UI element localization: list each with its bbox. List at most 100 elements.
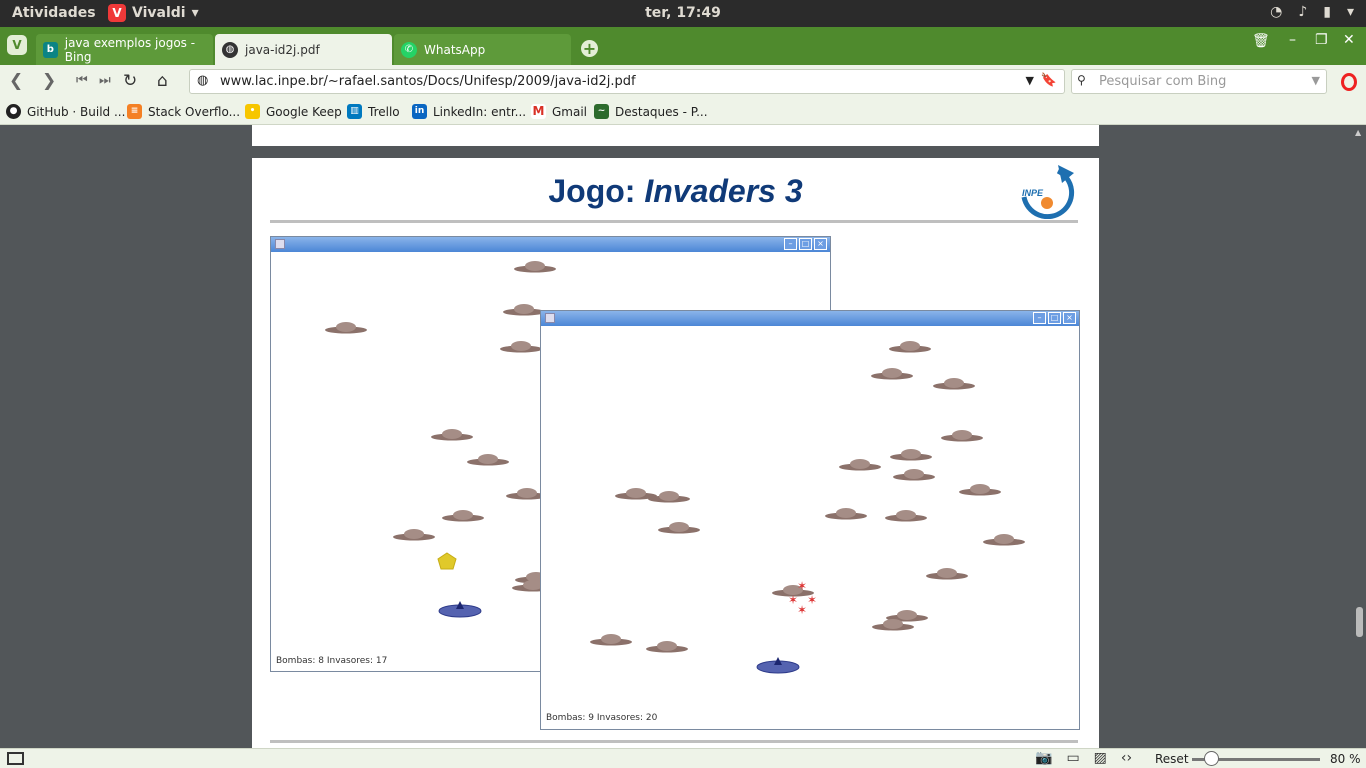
gmail-icon: M bbox=[531, 104, 546, 119]
invader bbox=[839, 459, 881, 471]
whatsapp-icon: ✆ bbox=[401, 41, 417, 58]
fast-forward-button[interactable]: ⏭ bbox=[99, 73, 111, 88]
close-icon: × bbox=[1063, 312, 1076, 324]
pdf-viewer[interactable]: Jogo: Invaders 3 INPE – □ × Bombas: 8 In… bbox=[0, 125, 1366, 748]
maximize-icon: □ bbox=[1048, 312, 1061, 324]
invader bbox=[889, 341, 931, 353]
invader bbox=[933, 378, 975, 390]
bookmark-label: GitHub · Build ... bbox=[27, 104, 126, 119]
game-status: Bombas: 9 Invasores: 20 bbox=[546, 713, 658, 723]
scroll-up-icon[interactable]: ▲ bbox=[1355, 128, 1361, 137]
slide-title-prefix: Jogo: bbox=[548, 173, 645, 209]
home-button[interactable]: ⌂ bbox=[157, 71, 168, 91]
tab-label: java-id2j.pdf bbox=[245, 42, 320, 57]
bookmark-destaques[interactable]: ~ Destaques - P... bbox=[594, 104, 708, 119]
invader bbox=[393, 529, 435, 541]
invader bbox=[983, 534, 1025, 546]
opera-icon[interactable] bbox=[1341, 73, 1357, 91]
clock[interactable]: ter, 17:49 bbox=[0, 5, 1366, 21]
tab-whatsapp[interactable]: ✆ WhatsApp bbox=[394, 34, 571, 65]
bookmark-label: Destaques - P... bbox=[615, 104, 708, 119]
invader bbox=[442, 510, 484, 522]
java-icon bbox=[275, 239, 285, 249]
bookmark-stackoverflow[interactable]: ≡ Stack Overflo... bbox=[127, 104, 240, 119]
invader bbox=[893, 469, 935, 481]
tab-label: WhatsApp bbox=[424, 42, 486, 57]
code-icon[interactable]: ‹› bbox=[1121, 750, 1132, 766]
address-toolbar: ❮ ❯ ⏮ ⏭ ↻ ⌂ ◍ www.lac.inpe.br/~rafael.sa… bbox=[0, 65, 1366, 98]
player-ship bbox=[438, 601, 482, 618]
zoom-reset-button[interactable]: Reset bbox=[1155, 752, 1189, 766]
battery-icon: ▮ bbox=[1323, 4, 1331, 20]
bookmark-gmail[interactable]: M Gmail bbox=[531, 104, 587, 119]
window-icon[interactable]: ▭ bbox=[1066, 750, 1079, 766]
back-button[interactable]: ❮ bbox=[9, 71, 23, 91]
bookmarks-bar: ● GitHub · Build ... ≡ Stack Overflo... … bbox=[0, 98, 1366, 125]
inpe-logo-text: INPE bbox=[1022, 188, 1044, 198]
game-window-titlebar: – □ × bbox=[271, 237, 830, 252]
vivaldi-menu-button[interactable]: V bbox=[7, 35, 27, 55]
minimize-button[interactable]: – bbox=[1289, 32, 1296, 48]
search-icon: ⚲ bbox=[1077, 73, 1086, 87]
invader bbox=[890, 449, 932, 461]
invader bbox=[590, 634, 632, 646]
bookmark-label: LinkedIn: entr... bbox=[433, 104, 527, 119]
chevron-down-icon[interactable]: ▼ bbox=[1312, 74, 1320, 87]
tab-bing[interactable]: b java exemplos jogos - Bing bbox=[36, 34, 213, 65]
game-canvas-2: ✶ ✶ ✶ ✶ bbox=[590, 341, 1025, 674]
invader bbox=[885, 510, 927, 522]
bookmark-label: Google Keep bbox=[266, 104, 342, 119]
status-tools: 📷 ▭ ▨ ‹› bbox=[1035, 750, 1132, 766]
globe-icon: ◍ bbox=[222, 41, 238, 58]
invaders bbox=[325, 261, 557, 592]
url-text: www.lac.inpe.br/~rafael.santos/Docs/Unif… bbox=[220, 74, 636, 89]
close-button[interactable]: ✕ bbox=[1343, 32, 1355, 48]
bookmark-icon[interactable]: 🔖 bbox=[1041, 73, 1057, 88]
linkedin-icon: in bbox=[412, 104, 427, 119]
system-tray[interactable]: ◔ ♪ ▮ ▾ bbox=[1270, 4, 1354, 20]
search-field[interactable]: ⚲ Pesquisar com Bing ▼ bbox=[1071, 69, 1327, 94]
bookmark-label: Trello bbox=[368, 104, 400, 119]
bookmark-label: Stack Overflo... bbox=[148, 104, 241, 119]
reload-button[interactable]: ↻ bbox=[123, 71, 137, 91]
keep-icon: • bbox=[245, 104, 260, 119]
invader bbox=[658, 522, 700, 534]
tab-pdf[interactable]: ◍ java-id2j.pdf bbox=[215, 34, 392, 65]
invader bbox=[500, 341, 542, 353]
invader bbox=[926, 568, 968, 580]
maximize-icon: □ bbox=[799, 238, 812, 250]
maximize-button[interactable]: ❐ bbox=[1315, 32, 1328, 48]
chevron-down-icon[interactable]: ▼ bbox=[1026, 74, 1034, 87]
minimize-icon: – bbox=[1033, 312, 1046, 324]
bomb-stars: ✶ ✶ ✶ ✶ bbox=[788, 579, 817, 617]
invader bbox=[503, 304, 545, 316]
minimize-icon: – bbox=[784, 238, 797, 250]
scrollbar-thumb[interactable] bbox=[1356, 607, 1363, 637]
volume-muted-icon: ♪ bbox=[1298, 4, 1308, 20]
url-field[interactable]: ◍ www.lac.inpe.br/~rafael.santos/Docs/Un… bbox=[189, 69, 1065, 94]
invader bbox=[431, 429, 473, 441]
forward-button[interactable]: ❯ bbox=[42, 71, 56, 91]
player-ship bbox=[756, 657, 800, 674]
camera-icon[interactable]: 📷 bbox=[1035, 750, 1052, 766]
bookmark-trello[interactable]: ▥ Trello bbox=[347, 104, 400, 119]
zoom-level: 80 % bbox=[1330, 752, 1361, 766]
close-icon: × bbox=[814, 238, 827, 250]
bookmark-google-keep[interactable]: • Google Keep bbox=[245, 104, 342, 119]
tab-label: java exemplos jogos - Bing bbox=[64, 35, 196, 64]
vertical-scrollbar[interactable]: ▲ bbox=[1352, 125, 1366, 748]
trash-icon[interactable]: 🗑 bbox=[1252, 33, 1270, 49]
zoom-slider-handle[interactable] bbox=[1204, 751, 1219, 766]
inpe-logo: INPE bbox=[1021, 165, 1075, 219]
panel-toggle-icon[interactable] bbox=[7, 752, 24, 765]
new-tab-button[interactable]: + bbox=[581, 40, 598, 57]
bookmark-github[interactable]: ● GitHub · Build ... bbox=[6, 104, 125, 119]
bomb-star-icon: ✶ bbox=[797, 579, 807, 593]
image-icon[interactable]: ▨ bbox=[1094, 750, 1107, 766]
pdf-page: Jogo: Invaders 3 INPE – □ × Bombas: 8 In… bbox=[252, 158, 1099, 748]
bomb-star-icon: ✶ bbox=[807, 593, 817, 607]
rewind-button[interactable]: ⏮ bbox=[76, 73, 88, 88]
bookmark-linkedin[interactable]: in LinkedIn: entr... bbox=[412, 104, 526, 119]
invader bbox=[871, 368, 913, 380]
globe-icon: ◍ bbox=[197, 73, 209, 88]
